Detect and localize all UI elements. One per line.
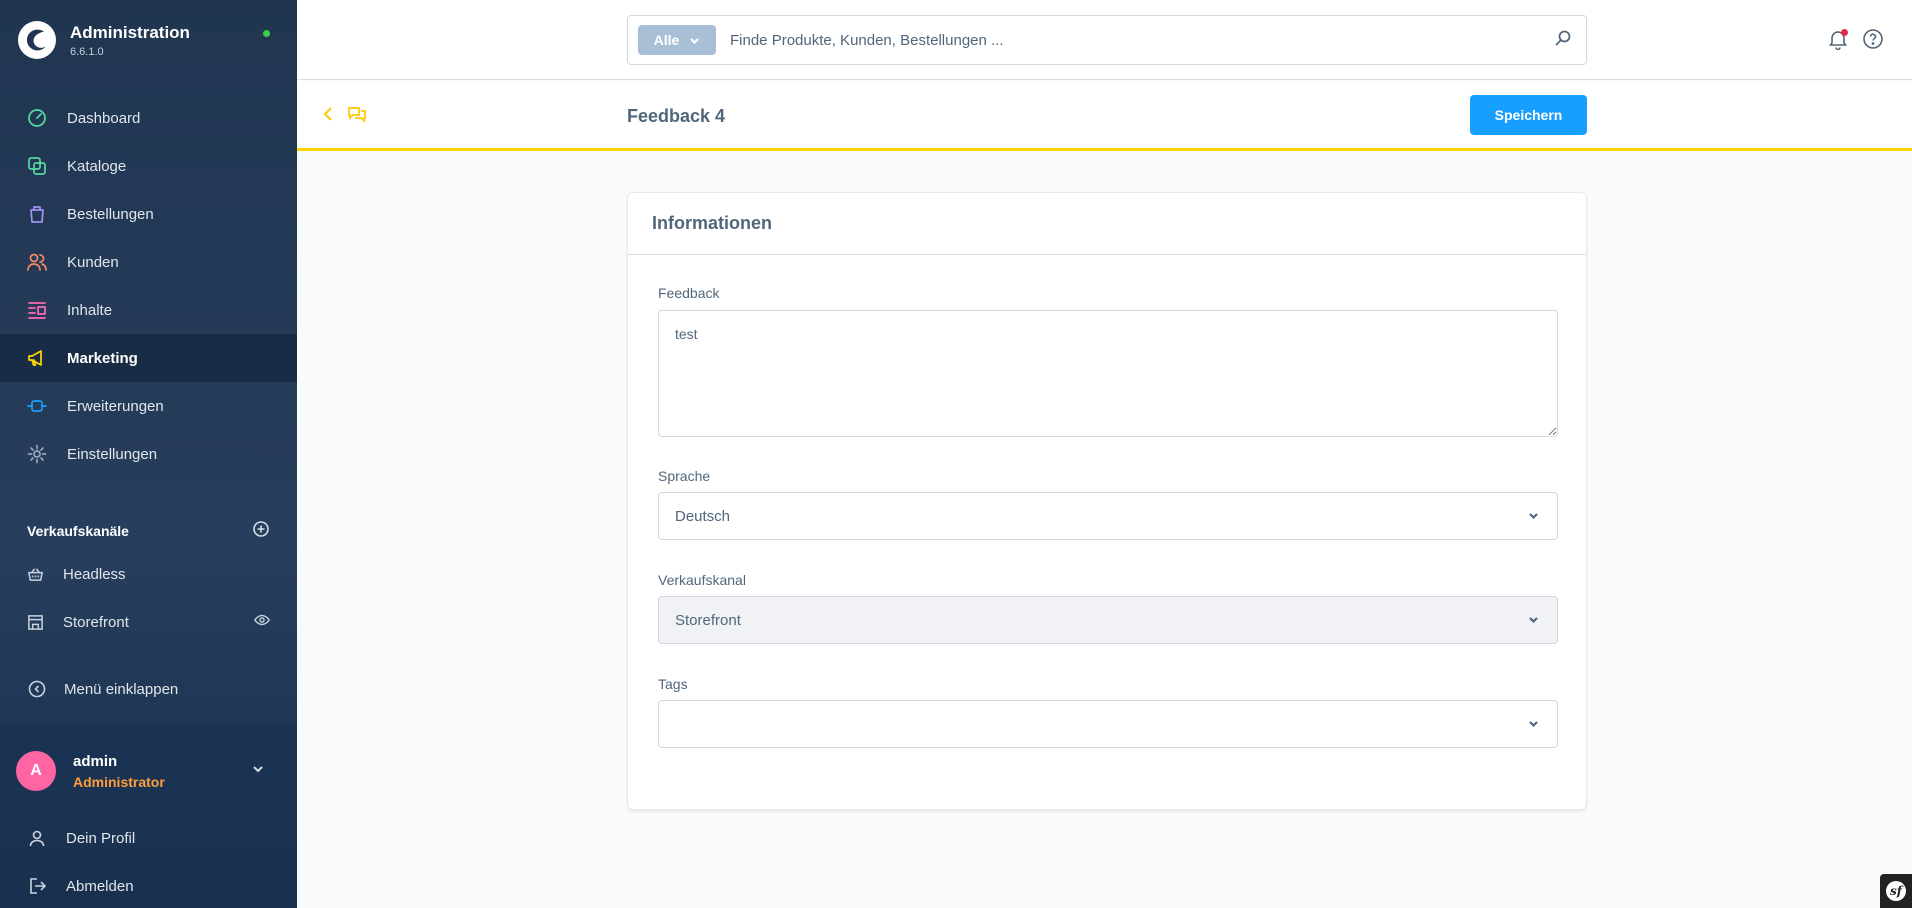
- user-panel[interactable]: A admin Administrator: [0, 726, 297, 816]
- customers-icon: [26, 251, 48, 273]
- language-select-value: Deutsch: [675, 507, 731, 525]
- brand-title: Administration: [70, 22, 190, 42]
- user-name: admin: [73, 752, 118, 770]
- profile-link[interactable]: Dein Profil: [28, 823, 135, 853]
- nav-item-einstellungen[interactable]: Einstellungen: [0, 430, 297, 478]
- sales-channel-headless[interactable]: Headless: [27, 559, 270, 589]
- notification-badge: [1841, 29, 1848, 36]
- sales-channel-select-value: Storefront: [675, 611, 741, 629]
- search-input[interactable]: [730, 31, 1554, 49]
- help-icon[interactable]: [1862, 28, 1886, 52]
- collapse-menu-button[interactable]: Menü einklappen: [28, 680, 178, 698]
- information-card: Informationen Feedback Sprache Deutsch V…: [627, 192, 1587, 810]
- chevron-left-circle-icon: [28, 680, 46, 698]
- nav-item-label: Erweiterungen: [67, 397, 164, 415]
- dashboard-icon: [26, 107, 48, 129]
- brand: Administration 6.6.1.0: [0, 0, 297, 80]
- sales-channel-label: Verkaufskanal: [658, 572, 746, 588]
- nav-item-dashboard[interactable]: Dashboard: [0, 94, 297, 142]
- chevron-down-icon: [1528, 508, 1539, 525]
- global-search: Alle: [627, 15, 1587, 65]
- nav-item-bestellungen[interactable]: Bestellungen: [0, 190, 297, 238]
- language-label: Sprache: [658, 468, 711, 484]
- add-sales-channel-icon[interactable]: [252, 520, 270, 541]
- nav-item-label: Bestellungen: [67, 205, 154, 223]
- save-button[interactable]: Speichern: [1470, 95, 1587, 135]
- sales-channel-label: Headless: [63, 565, 126, 583]
- tags-label: Tags: [658, 676, 688, 692]
- user-role: Administrator: [73, 773, 165, 790]
- shopware-logo-icon[interactable]: [18, 21, 56, 59]
- profile-link-label: Dein Profil: [66, 829, 136, 847]
- sales-channel-label: Storefront: [63, 613, 129, 631]
- nav-item-inhalte[interactable]: Inhalte: [0, 286, 297, 334]
- nav-item-label: Dashboard: [67, 109, 141, 127]
- sidebar: Administration 6.6.1.0 Dashboard Katalog…: [0, 0, 297, 908]
- logout-link-label: Abmelden: [66, 877, 134, 895]
- collapse-menu-label: Menü einklappen: [64, 680, 179, 698]
- nav-item-erweiterungen[interactable]: Erweiterungen: [0, 382, 297, 430]
- online-status-dot: [263, 30, 270, 37]
- sales-channels-title: Verkaufskanäle: [27, 522, 129, 539]
- avatar: A: [16, 751, 56, 791]
- nav-item-label: Kataloge: [67, 157, 127, 175]
- chevron-down-icon: [1528, 716, 1539, 733]
- language-select[interactable]: Deutsch: [658, 492, 1558, 540]
- marketing-icon: [26, 347, 48, 369]
- nav-item-label: Marketing: [67, 349, 138, 367]
- storefront-icon: [27, 614, 45, 631]
- brand-version: 6.6.1.0: [70, 45, 104, 58]
- search-icon[interactable]: [1554, 29, 1572, 52]
- logout-icon: [30, 878, 46, 894]
- chevron-down-icon: [690, 37, 700, 44]
- page-title: Feedback 4: [627, 106, 726, 126]
- user-icon: [29, 830, 45, 847]
- sales-channel-select[interactable]: Storefront: [658, 596, 1558, 644]
- feedback-label: Feedback: [658, 285, 720, 301]
- catalog-icon: [26, 155, 48, 177]
- feedback-chat-icon: [347, 105, 367, 128]
- smart-bar: Feedback 4 Speichern: [297, 81, 1912, 151]
- card-title: Informationen: [628, 193, 1586, 255]
- back-chevron-icon[interactable]: [319, 105, 337, 128]
- chevron-down-icon: [1528, 612, 1539, 629]
- feedback-textarea[interactable]: [658, 310, 1558, 437]
- sales-channel-storefront[interactable]: Storefront: [27, 607, 270, 637]
- tags-select[interactable]: [658, 700, 1558, 748]
- extensions-icon: [26, 395, 48, 417]
- main-nav: Dashboard Kataloge Bestellungen Kunden I…: [0, 94, 297, 478]
- logout-link[interactable]: Abmelden: [28, 871, 134, 901]
- content-icon: [26, 299, 48, 321]
- nav-item-label: Inhalte: [67, 301, 113, 319]
- basket-icon: [27, 566, 45, 583]
- search-scope-dropdown[interactable]: Alle: [638, 25, 716, 55]
- top-bar: Alle: [297, 0, 1912, 80]
- sales-channels-heading: Verkaufskanäle: [27, 520, 270, 541]
- nav-item-label: Einstellungen: [67, 445, 158, 463]
- nav-item-kataloge[interactable]: Kataloge: [0, 142, 297, 190]
- search-scope-label: Alle: [653, 32, 680, 48]
- symfony-toolbar-icon[interactable]: sf: [1880, 874, 1912, 908]
- notifications-bell-icon[interactable]: [1827, 28, 1851, 52]
- nav-item-marketing[interactable]: Marketing: [0, 334, 297, 382]
- orders-icon: [26, 203, 48, 225]
- eye-icon[interactable]: [254, 612, 270, 632]
- nav-item-label: Kunden: [67, 253, 119, 271]
- chevron-down-icon[interactable]: [251, 762, 265, 781]
- nav-item-kunden[interactable]: Kunden: [0, 238, 297, 286]
- settings-icon: [26, 443, 48, 465]
